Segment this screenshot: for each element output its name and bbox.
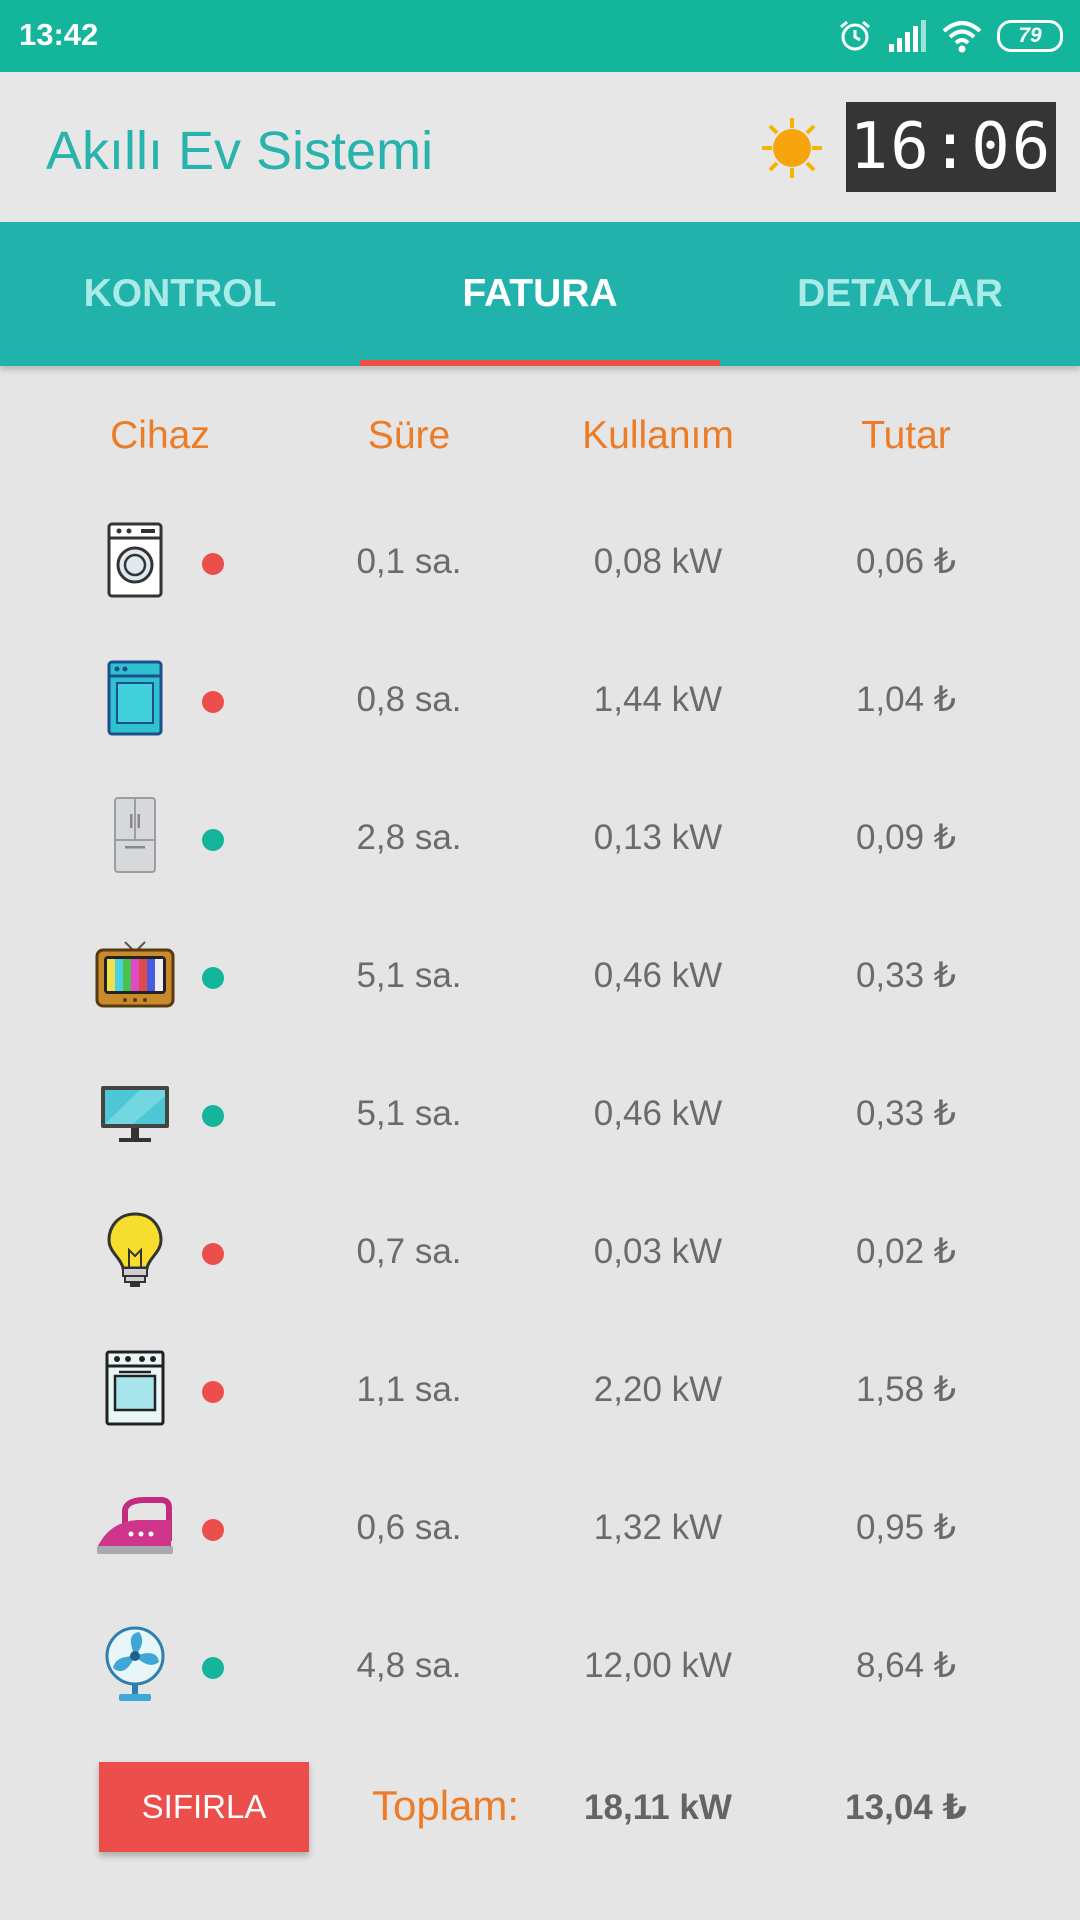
reset-button[interactable]: SIFIRLA — [99, 1762, 309, 1852]
status-time: 13:42 — [19, 17, 99, 52]
refrigerator-icon — [114, 797, 156, 873]
app-header: Akıllı Ev Sistemi 16:06 — [0, 72, 1080, 222]
tab-bar: KONTROL FATURA DETAYLAR — [0, 222, 1080, 366]
usage-cell: 0,03 kW — [593, 1232, 723, 1271]
total-usage: 18,11 kW — [584, 1788, 732, 1827]
column-header-cost: Tutar — [861, 414, 951, 457]
status-dot-off — [202, 1243, 224, 1265]
table-row: 5,1 sa. 0,46 kW 0,33 ₺ — [0, 910, 1080, 1048]
cost-cell: 1,58 ₺ — [855, 1370, 957, 1409]
usage-cell: 1,44 kW — [593, 680, 723, 719]
retro-tv-icon — [95, 941, 175, 1008]
status-dot-on — [202, 1105, 224, 1127]
status-dot-off — [202, 1381, 224, 1403]
table-row: 4,8 sa. 12,00 kW 8,64 ₺ — [0, 1600, 1080, 1738]
cost-cell: 0,06 ₺ — [855, 542, 957, 581]
duration-cell: 1,1 sa. — [356, 1370, 462, 1409]
status-dot-on — [202, 1657, 224, 1679]
fan-icon — [105, 1626, 165, 1701]
duration-cell: 4,8 sa. — [356, 1646, 462, 1685]
table-row: 2,8 sa. 0,13 kW 0,09 ₺ — [0, 772, 1080, 910]
active-tab-indicator — [360, 360, 720, 366]
tab-detaylar[interactable]: DETAYLAR — [720, 222, 1080, 366]
status-dot-on — [202, 967, 224, 989]
iron-icon — [97, 1497, 173, 1554]
usage-cell: 0,13 kW — [593, 818, 723, 857]
duration-cell: 0,7 sa. — [356, 1232, 462, 1271]
cost-cell: 0,09 ₺ — [855, 818, 957, 857]
cost-cell: 1,04 ₺ — [855, 680, 957, 719]
light-bulb-icon — [107, 1212, 163, 1287]
column-header-usage: Kullanım — [582, 414, 734, 457]
cost-cell: 8,64 ₺ — [855, 1646, 957, 1685]
table-row: 0,1 sa. 0,08 kW 0,06 ₺ — [0, 496, 1080, 634]
status-dot-on — [202, 829, 224, 851]
washing-machine-icon — [107, 522, 163, 598]
battery-indicator: 79 — [997, 20, 1063, 52]
dishwasher-icon — [107, 660, 163, 736]
signal-icon — [889, 20, 926, 52]
total-cost: 13,04 ₺ — [845, 1788, 967, 1827]
table-row: 0,8 sa. 1,44 kW 1,04 ₺ — [0, 634, 1080, 772]
battery-level: 79 — [1018, 24, 1042, 47]
usage-cell: 12,00 kW — [584, 1646, 732, 1685]
status-dot-off — [202, 553, 224, 575]
app-title: Akıllı Ev Sistemi — [46, 121, 434, 181]
cost-cell: 0,33 ₺ — [855, 956, 957, 995]
digital-clock: 16:06 — [846, 102, 1056, 192]
duration-cell: 5,1 sa. — [356, 956, 462, 995]
table-row: 0,7 sa. 0,03 kW 0,02 ₺ — [0, 1186, 1080, 1324]
usage-cell: 1,32 kW — [593, 1508, 723, 1547]
usage-cell: 0,46 kW — [593, 1094, 723, 1133]
table-row: 0,6 sa. 1,32 kW 0,95 ₺ — [0, 1462, 1080, 1600]
cost-cell: 0,95 ₺ — [855, 1508, 957, 1547]
wifi-icon — [942, 21, 982, 53]
cost-cell: 0,02 ₺ — [855, 1232, 957, 1271]
duration-cell: 0,1 sa. — [356, 542, 462, 581]
tab-kontrol[interactable]: KONTROL — [0, 222, 360, 366]
status-bar: 13:42 79 — [0, 0, 1080, 72]
usage-cell: 2,20 kW — [593, 1370, 723, 1409]
usage-cell: 0,46 kW — [593, 956, 723, 995]
duration-cell: 2,8 sa. — [356, 818, 462, 857]
status-dot-off — [202, 1519, 224, 1541]
duration-cell: 0,6 sa. — [356, 1508, 462, 1547]
table-row: 1,1 sa. 2,20 kW 1,58 ₺ — [0, 1324, 1080, 1462]
status-icons: 79 — [837, 14, 1063, 58]
tab-fatura[interactable]: FATURA — [360, 222, 720, 366]
table-row: 5,1 sa. 0,46 kW 0,33 ₺ — [0, 1048, 1080, 1186]
sun-icon — [762, 118, 822, 178]
duration-cell: 5,1 sa. — [356, 1094, 462, 1133]
duration-cell: 0,8 sa. — [356, 680, 462, 719]
table-header: Cihaz Süre Kullanım Tutar — [0, 414, 1080, 474]
total-label: Toplam: — [372, 1782, 520, 1829]
oven-icon — [105, 1350, 165, 1426]
alarm-icon — [840, 20, 870, 51]
cost-cell: 0,33 ₺ — [855, 1094, 957, 1133]
column-header-device: Cihaz — [110, 414, 210, 457]
usage-cell: 0,08 kW — [593, 542, 723, 581]
column-header-duration: Süre — [367, 414, 451, 457]
status-dot-off — [202, 691, 224, 713]
monitor-icon — [101, 1086, 169, 1142]
